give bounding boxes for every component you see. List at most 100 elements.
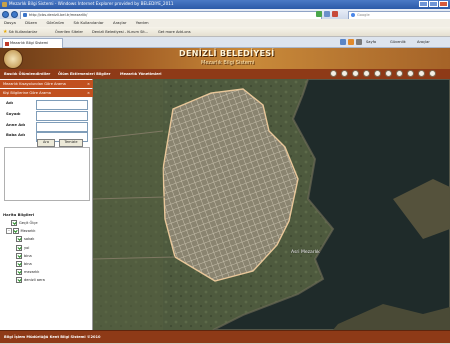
back-icon[interactable] <box>407 70 414 77</box>
layer-checkbox[interactable] <box>16 277 22 284</box>
url-text: http://cbs.denizli.bel.tr/mezarlik/ <box>29 12 88 17</box>
layer-tree-title: Harita Bilgileri <box>3 212 35 217</box>
map-area-label: Asri Mezarlık <box>291 250 320 255</box>
layer-checkbox[interactable] <box>16 252 22 259</box>
google-icon <box>350 12 355 17</box>
full-extent-icon[interactable] <box>363 70 370 77</box>
stop-icon[interactable] <box>332 11 338 17</box>
favorite-item-addons[interactable]: Get more Add-ons <box>158 27 191 37</box>
layer-item[interactable]: Geçit Ölçe <box>11 220 38 226</box>
window-title: Mezarlık Bilgi Sistemi - Windows Interne… <box>9 1 174 6</box>
zoom-out-icon[interactable] <box>352 70 359 77</box>
layer-label: bina <box>24 253 32 258</box>
layer-item[interactable]: mezarlık <box>16 269 40 276</box>
layer-label: sokak <box>24 237 35 242</box>
layer-item[interactable]: bina <box>16 261 32 267</box>
site-banner: DENİZLİ BELEDİYESİ Mezarlık Bilgi Sistem… <box>0 48 450 69</box>
search-results-list[interactable] <box>4 147 90 201</box>
name-input[interactable] <box>36 100 88 110</box>
site-title: DENİZLİ BELEDİYESİ <box>179 49 275 58</box>
layer-label: Geçit Ölçe <box>19 221 38 225</box>
page-icon <box>22 12 27 17</box>
minimize-button[interactable] <box>419 1 428 7</box>
refresh-icon[interactable] <box>324 11 330 17</box>
layer-checkbox[interactable] <box>16 236 22 243</box>
favorite-item-suggested[interactable]: Önerilen Siteler <box>55 27 83 37</box>
zoom-in-icon[interactable] <box>341 70 348 77</box>
layer-label: yol <box>24 245 30 250</box>
cmd-page[interactable]: Sayfa <box>366 37 376 48</box>
favorites-bar: ★ Sık Kullanılanlar Önerilen Siteler Den… <box>0 27 450 37</box>
layer-checkbox[interactable] <box>12 228 19 235</box>
favorite-item-denizli[interactable]: Denizli Belediyesi - Kurum Sit... <box>92 27 148 37</box>
mother-name-input[interactable] <box>36 122 88 132</box>
address-bar: http://cbs.denizli.bel.tr/mezarlik/ Goog… <box>0 9 450 20</box>
left-panel: Mezarlık Kısayolundan Göre Arama × Kişi … <box>0 79 93 330</box>
nav-item-1[interactable]: Basılık Ölümlendirdiler <box>4 69 50 79</box>
menu-file[interactable]: Dosya <box>4 19 16 27</box>
collapse-icon[interactable]: × <box>87 80 90 88</box>
nav-item-3[interactable]: Mezarlık Yönetimleri <box>120 69 162 79</box>
cmd-security[interactable]: Güvenlik <box>390 37 406 48</box>
layer-checkbox[interactable] <box>16 269 22 276</box>
info-icon[interactable] <box>374 70 381 77</box>
menu-tools[interactable]: Araçlar <box>113 19 127 27</box>
forward-icon[interactable] <box>418 70 425 77</box>
layer-item[interactable]: denizli aera <box>16 277 45 284</box>
field-label-name: Adı <box>6 100 13 105</box>
footer-text: Bilgi İşlem Müdürlüğü Kent Bilgi Sistemi… <box>4 335 101 339</box>
map-toolbar <box>330 69 450 79</box>
layer-checkbox[interactable] <box>16 244 22 251</box>
clear-button[interactable]: Temizle <box>59 139 83 147</box>
layer-checkbox[interactable] <box>11 220 17 226</box>
star-icon: ★ <box>3 29 8 35</box>
menu-favorites[interactable]: Sık Kullanılanlar <box>73 19 103 27</box>
tab-label: Mezarlık Bilgi Sistemi <box>10 41 49 45</box>
measure-icon[interactable] <box>385 70 392 77</box>
satellite-map[interactable] <box>93 79 450 330</box>
site-subtitle: Mezarlık Bilgi Sistemi <box>201 60 255 66</box>
nav-item-2[interactable]: Ölüm Ektirmenleri Bilgiler <box>58 69 111 79</box>
fav-label: Get more Add-ons <box>158 30 191 34</box>
collapse-icon[interactable]: × <box>87 89 90 97</box>
layer-item[interactable]: yol <box>16 244 30 251</box>
fav-label: Denizli Belediyesi - Kurum Sit... <box>92 30 149 34</box>
refresh-icon[interactable] <box>429 70 436 77</box>
expand-collapse-icon[interactable]: − <box>6 228 12 234</box>
map-view[interactable]: Asri Mezarlık <box>93 79 450 330</box>
ie-app-icon <box>2 1 7 7</box>
menu-help[interactable]: Yardım <box>136 19 149 27</box>
layer-label: mezarlık <box>24 270 40 275</box>
panel-header-cemetery-search[interactable]: Mezarlık Kısayolundan Göre Arama × <box>0 80 93 88</box>
layer-item[interactable]: bina <box>16 252 32 259</box>
panel-header-label: Kişi Bilgilerine Göre Arama <box>3 91 52 95</box>
back-icon[interactable] <box>2 10 9 18</box>
window-title-bar: Mezarlık Bilgi Sistemi - Windows Interne… <box>0 0 450 9</box>
maximize-button[interactable] <box>429 1 438 7</box>
pan-icon[interactable] <box>330 70 337 77</box>
home-icon[interactable] <box>340 39 346 45</box>
close-button[interactable] <box>439 1 448 7</box>
search-button[interactable]: Ara <box>37 139 55 147</box>
panel-header-label: Mezarlık Kısayolundan Göre Arama <box>3 82 66 86</box>
field-label-surname: Soyadı <box>6 111 21 116</box>
cmd-tools[interactable]: Araçlar <box>417 37 430 48</box>
layer-label: Mezarlık <box>20 229 36 234</box>
feeds-icon[interactable] <box>348 39 354 45</box>
field-label-father: Baba Adı <box>6 132 26 137</box>
go-icon[interactable] <box>316 11 322 17</box>
forward-icon[interactable] <box>11 10 18 18</box>
surname-input[interactable] <box>36 111 88 121</box>
panel-header-person-search[interactable]: Kişi Bilgilerine Göre Arama × <box>0 89 93 97</box>
layer-item[interactable]: − Mezarlık <box>6 228 36 235</box>
print-icon[interactable] <box>356 39 362 45</box>
municipality-seal-icon <box>3 49 23 69</box>
fav-label: Önerilen Siteler <box>55 30 84 34</box>
menu-view[interactable]: Görünüm <box>46 19 64 27</box>
layer-item[interactable]: sokak <box>16 236 35 243</box>
layer-checkbox[interactable] <box>16 261 22 267</box>
tab-bar: Mezarlık Bilgi Sistemi Sayfa Güvenlik Ar… <box>0 37 450 49</box>
print-icon[interactable] <box>396 70 403 77</box>
favorites-button[interactable]: ★ Sık Kullanılanlar <box>3 27 37 37</box>
menu-edit[interactable]: Düzen <box>25 19 37 27</box>
